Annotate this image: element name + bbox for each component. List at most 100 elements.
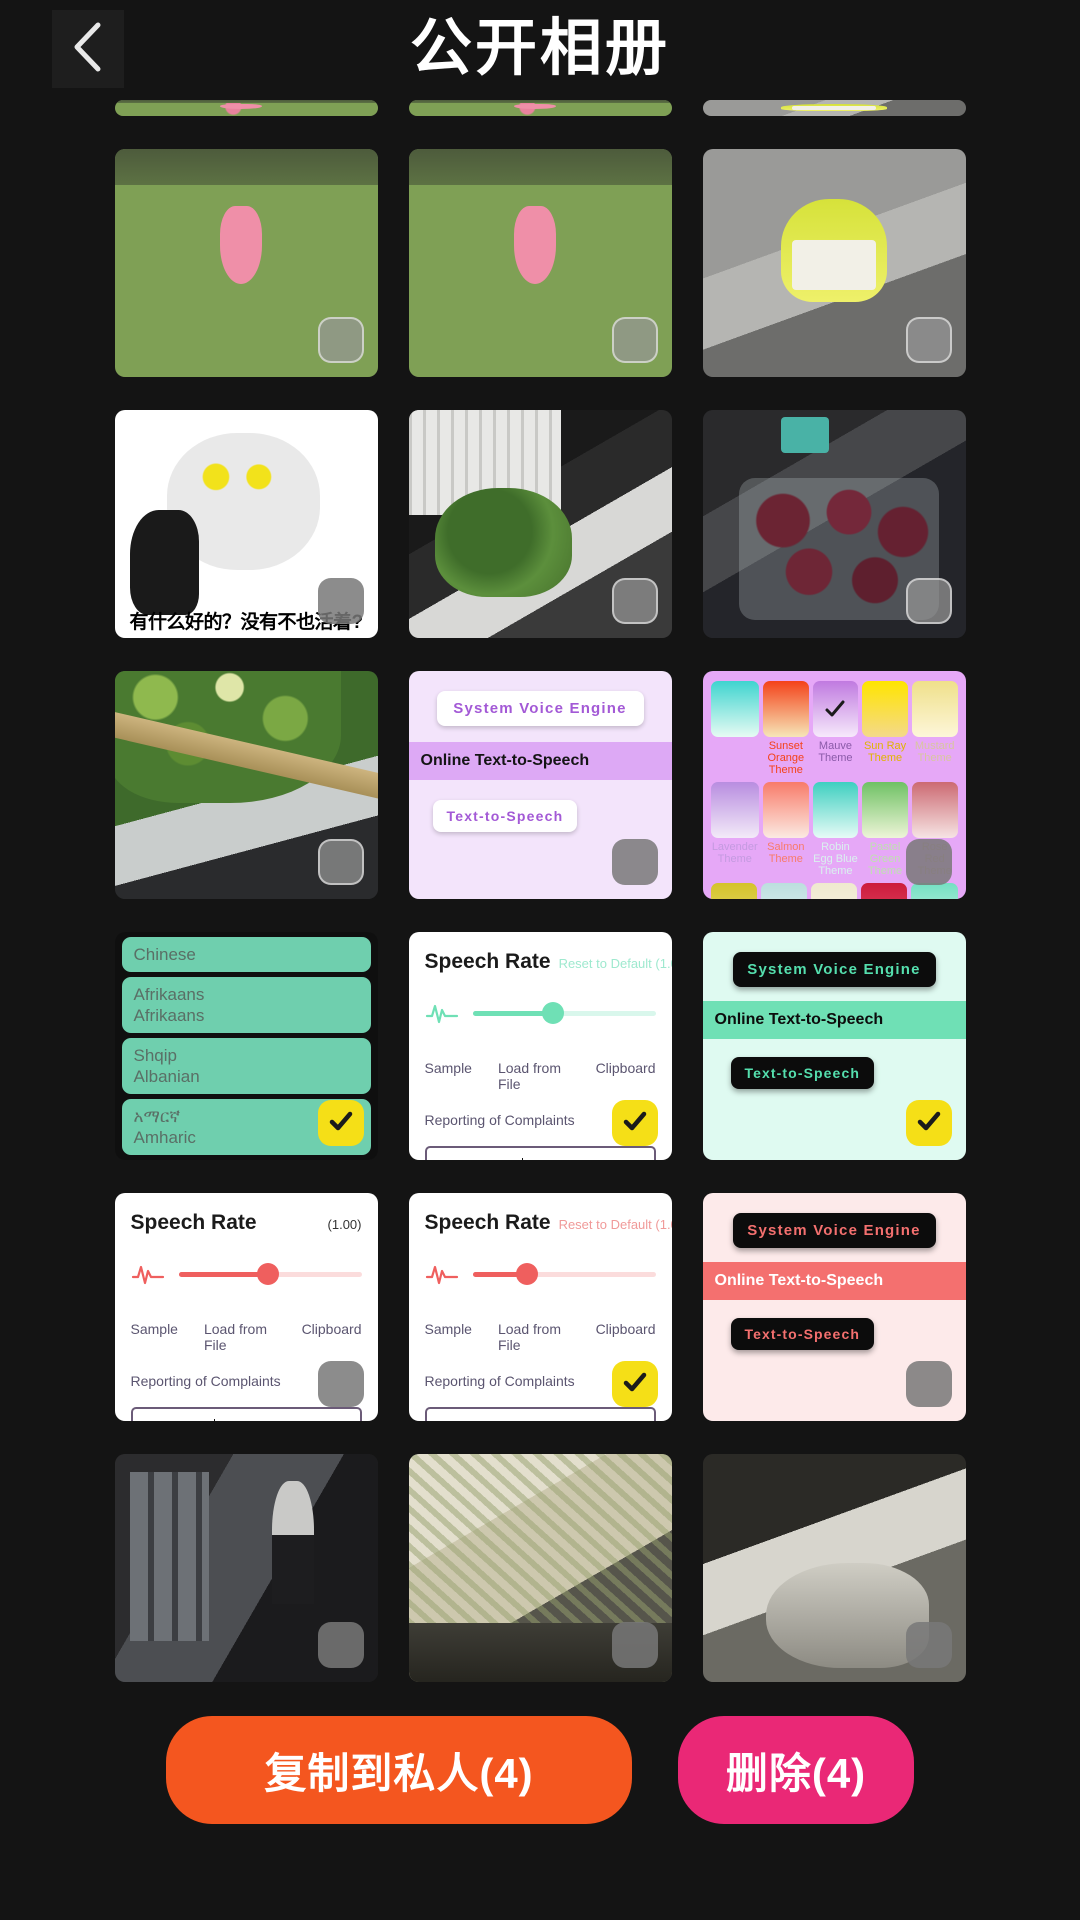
grid-item-screenshot[interactable]: System Voice Engine Online Text-to-Speec…	[408, 671, 672, 899]
reset-to-default-link[interactable]: Reset to Default (1.00)	[559, 956, 672, 971]
selection-checkbox[interactable]	[905, 1361, 952, 1407]
photo-grid[interactable]: 有什么好的？没有不也活着? System Voice Engine Online…	[0, 100, 1080, 1920]
theme-swatch[interactable]	[911, 883, 958, 899]
language-list-item[interactable]: Chinese	[121, 937, 371, 972]
theme-option[interactable]: Salmon Theme	[763, 782, 809, 877]
grid-item[interactable]: 有什么好的？没有不也活着?	[114, 410, 378, 638]
slider-track[interactable]	[472, 1002, 656, 1024]
speech-rate-actions[interactable]: Sample Load from File Clipboard	[425, 1060, 656, 1092]
theme-swatch[interactable]	[710, 681, 760, 737]
theme-option[interactable]: Mustard Theme	[911, 681, 958, 776]
load-from-file-button[interactable]: Load from File	[498, 1321, 570, 1353]
theme-swatch[interactable]	[763, 782, 809, 838]
system-voice-engine-pill[interactable]: System Voice Engine	[436, 691, 644, 726]
selection-checkbox[interactable]	[905, 839, 952, 885]
selection-checkbox-checked[interactable]	[905, 1100, 952, 1146]
speech-rate-slider[interactable]	[425, 1261, 656, 1287]
speech-text-input[interactable]: hello boy	[424, 1407, 656, 1421]
grid-item-screenshot[interactable]: Speech Rate Reset to Default (1.00) (1.4…	[408, 1193, 672, 1421]
grid-item[interactable]	[114, 671, 378, 899]
selection-checkbox[interactable]	[317, 317, 364, 363]
grid-item-partial[interactable]	[702, 100, 966, 116]
theme-option[interactable]: Sun Ray Theme	[862, 681, 908, 776]
selection-checkbox[interactable]	[317, 839, 364, 885]
grid-item-screenshot[interactable]: Speech Rate Reset to Default (1.00) (1.4…	[408, 932, 672, 1160]
theme-swatch[interactable]	[810, 883, 858, 899]
speech-rate-slider[interactable]	[131, 1261, 362, 1287]
selection-checkbox-checked[interactable]	[611, 1361, 658, 1407]
slider-thumb[interactable]	[257, 1263, 280, 1285]
speech-rate-slider[interactable]	[425, 1000, 656, 1026]
grid-item[interactable]	[408, 1454, 672, 1682]
system-voice-engine-pill[interactable]: System Voice Engine	[732, 952, 936, 987]
system-voice-engine-pill[interactable]: System Voice Engine	[732, 1213, 936, 1248]
theme-swatch[interactable]	[760, 883, 807, 899]
reset-to-default-link[interactable]: Reset to Default (1.00)	[559, 1217, 672, 1232]
copy-to-private-button[interactable]: 复制到私人(4)	[166, 1716, 632, 1824]
theme-swatch[interactable]	[911, 681, 958, 737]
slider-thumb[interactable]	[542, 1002, 565, 1024]
theme-swatch[interactable]	[911, 782, 958, 838]
speech-rate-actions[interactable]: Sample Load from File Clipboard	[425, 1321, 656, 1353]
grid-item[interactable]	[114, 149, 378, 377]
language-list-item[interactable]: Shqip Albanian	[121, 1038, 371, 1094]
theme-swatch[interactable]	[862, 681, 908, 737]
theme-swatch[interactable]	[763, 681, 809, 737]
theme-option[interactable]: Sunset Orange Theme	[763, 681, 809, 776]
slider-thumb[interactable]	[516, 1263, 539, 1285]
theme-option[interactable]: Pastel Green Theme	[862, 782, 908, 877]
load-from-file-button[interactable]: Load from File	[498, 1060, 570, 1092]
theme-swatch[interactable]	[710, 782, 760, 838]
speech-rate-actions[interactable]: Sample Load from File Clipboard	[131, 1321, 362, 1353]
theme-option[interactable]: Robin Egg Blue Theme	[812, 782, 859, 877]
text-to-speech-pill[interactable]: Text-to-Speech	[730, 1057, 874, 1089]
theme-option[interactable]: Mauve Theme	[812, 681, 859, 776]
grid-item-screenshot[interactable]: System Voice Engine Online Text-to-Speec…	[702, 1193, 966, 1421]
slider-track[interactable]	[472, 1263, 656, 1285]
theme-swatch[interactable]	[812, 681, 859, 737]
grid-item[interactable]	[702, 1454, 966, 1682]
theme-swatch[interactable]	[862, 782, 908, 838]
theme-option[interactable]: Turquoise Theme	[710, 681, 760, 776]
selection-checkbox[interactable]	[317, 578, 364, 624]
sample-button[interactable]: Sample	[131, 1321, 178, 1353]
sample-button[interactable]: Sample	[425, 1321, 472, 1353]
grid-item-screenshot[interactable]: System Voice Engine Online Text-to-Speec…	[702, 932, 966, 1160]
selection-checkbox-checked[interactable]	[611, 1100, 658, 1146]
clipboard-button[interactable]: Clipboard	[596, 1321, 656, 1353]
load-from-file-button[interactable]: Load from File	[204, 1321, 276, 1353]
selection-checkbox[interactable]	[611, 317, 658, 363]
grid-item[interactable]	[408, 410, 672, 638]
slider-track[interactable]	[178, 1263, 362, 1285]
speech-text-input[interactable]: where you	[130, 1407, 362, 1421]
grid-item-partial[interactable]	[408, 100, 672, 116]
grid-item[interactable]	[702, 410, 966, 638]
selection-checkbox[interactable]	[317, 1622, 364, 1668]
theme-swatch[interactable]	[861, 883, 908, 899]
clipboard-button[interactable]: Clipboard	[302, 1321, 362, 1353]
sample-button[interactable]: Sample	[425, 1060, 472, 1092]
selection-checkbox[interactable]	[905, 578, 952, 624]
grid-item-partial[interactable]	[114, 100, 378, 116]
selection-checkbox[interactable]	[905, 1622, 952, 1668]
speech-text-input[interactable]: what is color	[424, 1146, 656, 1160]
theme-grid-partial[interactable]	[710, 883, 958, 899]
grid-item[interactable]	[408, 149, 672, 377]
text-to-speech-pill[interactable]: Text-to-Speech	[730, 1318, 874, 1350]
text-to-speech-pill[interactable]: Text-to-Speech	[432, 800, 578, 832]
grid-item-screenshot[interactable]: Turquoise Theme Sunset Orange Theme Mauve …	[702, 671, 966, 899]
grid-item-screenshot[interactable]: Speech Rate (1.00) Sample Load from File…	[114, 1193, 378, 1421]
selection-checkbox-checked[interactable]	[317, 1100, 364, 1146]
selection-checkbox[interactable]	[611, 839, 658, 885]
grid-item[interactable]	[702, 149, 966, 377]
theme-swatch[interactable]	[812, 782, 859, 838]
selection-checkbox[interactable]	[905, 317, 952, 363]
grid-item[interactable]	[114, 1454, 378, 1682]
delete-button[interactable]: 删除(4)	[678, 1716, 914, 1824]
grid-item-screenshot[interactable]: Chinese Afrikaans Afrikaans Shqip Albanian አማ…	[114, 932, 378, 1160]
language-list-item[interactable]: Afrikaans Afrikaans	[121, 977, 371, 1033]
clipboard-button[interactable]: Clipboard	[596, 1060, 656, 1092]
selection-checkbox[interactable]	[611, 578, 658, 624]
theme-option[interactable]: Lavender Theme	[710, 782, 760, 877]
theme-swatch[interactable]	[710, 883, 757, 899]
